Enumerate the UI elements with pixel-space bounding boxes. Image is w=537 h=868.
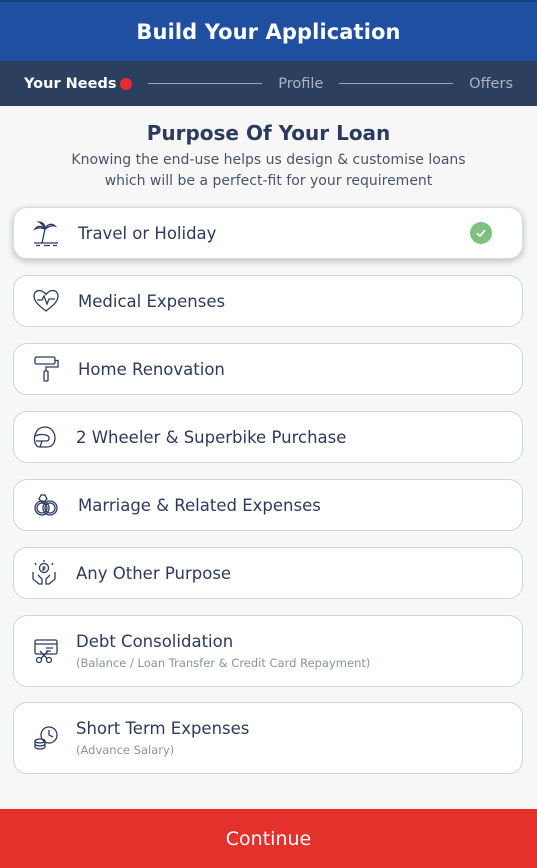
beach-icon (32, 219, 60, 247)
progress-stepper: Your Needs Profile Offers (0, 61, 537, 106)
option-label: Medical Expenses (78, 291, 226, 311)
coins-clock-icon (32, 724, 60, 752)
option-label: Home Renovation (78, 359, 225, 379)
step-your-needs: Your Needs (24, 75, 133, 92)
option-two-wheeler[interactable]: 2 Wheeler & Superbike Purchase (13, 411, 523, 463)
section-subtitle: Knowing the end-use helps us design & cu… (71, 152, 466, 189)
heart-pulse-icon (32, 287, 60, 315)
option-any-other-purpose[interactable]: Any Other Purpose (13, 547, 523, 599)
paint-roller-icon (32, 355, 60, 383)
option-label: Any Other Purpose (76, 563, 232, 583)
section-heading: Purpose Of Your Loan (146, 121, 391, 145)
option-travel-or-holiday[interactable]: Travel or Holiday (13, 207, 523, 259)
credit-card-cut-icon (32, 637, 60, 665)
rings-icon (32, 491, 60, 519)
app-header: Build Your Application (0, 0, 537, 61)
option-home-renovation[interactable]: Home Renovation (13, 343, 523, 395)
option-label: Short Term Expenses (76, 719, 250, 738)
option-debt-consolidation[interactable]: Debt Consolidation (Balance / Loan Trans… (13, 615, 523, 687)
helmet-icon (30, 423, 58, 451)
step-connector (148, 83, 263, 84)
step-label: Your Needs (24, 75, 117, 92)
page-title: Build Your Application (136, 19, 401, 44)
check-icon (470, 222, 492, 244)
option-marriage[interactable]: Marriage & Related Expenses (13, 479, 523, 531)
active-step-dot-icon (120, 77, 133, 90)
option-label: Marriage & Related Expenses (78, 495, 321, 515)
option-medical-expenses[interactable]: Medical Expenses (13, 275, 523, 327)
option-label: 2 Wheeler & Superbike Purchase (76, 427, 347, 447)
continue-button[interactable]: Continue (0, 809, 537, 868)
step-connector (339, 83, 454, 84)
step-profile: Profile (278, 75, 324, 92)
option-short-term-expenses[interactable]: Short Term Expenses (Advance Salary) (13, 702, 523, 774)
option-label: Travel or Holiday (78, 223, 217, 243)
step-offers: Offers (469, 75, 513, 92)
option-label: Debt Consolidation (76, 632, 234, 651)
option-sublabel: (Balance / Loan Transfer & Credit Card R… (76, 656, 371, 670)
hands-coin-icon (30, 559, 58, 587)
option-sublabel: (Advance Salary) (76, 743, 175, 757)
